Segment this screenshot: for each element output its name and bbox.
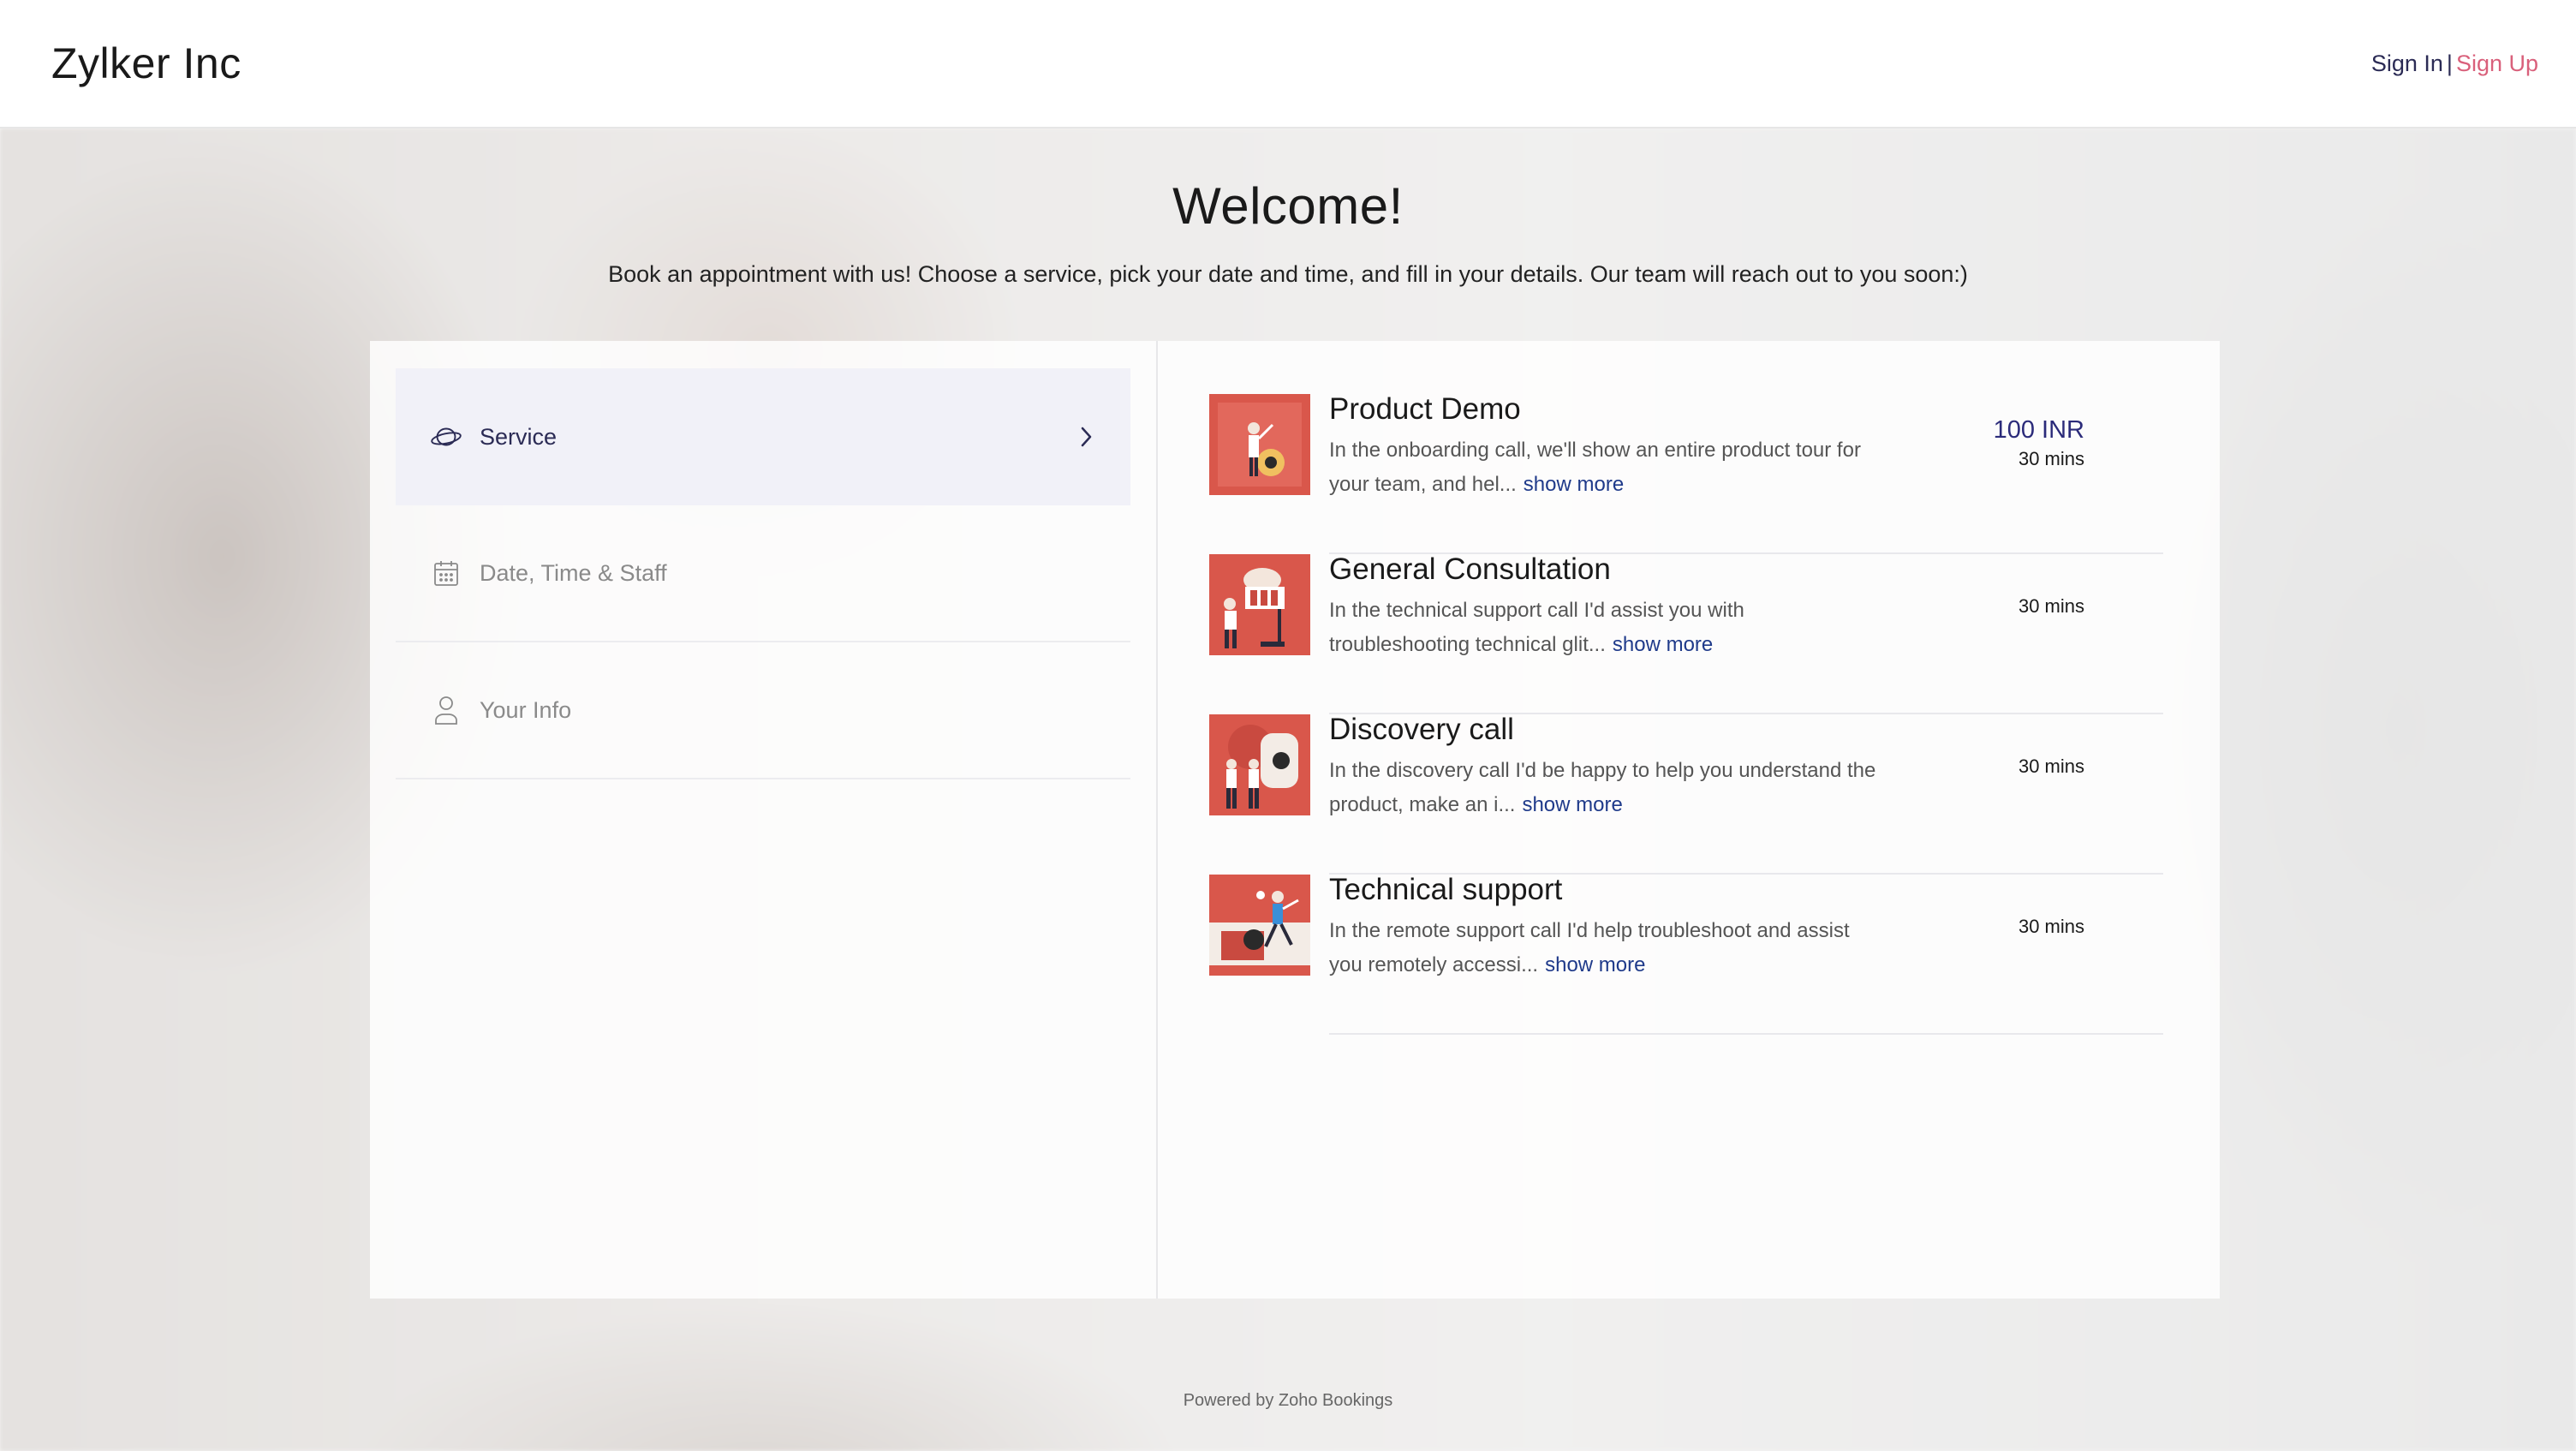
service-price: 100 INR [1993, 416, 2084, 444]
show-more-link[interactable]: show more [1613, 633, 1713, 656]
step-date-time-staff[interactable]: Date, Time & Staff [396, 505, 1130, 642]
general-consultation-thumbnail-icon [1209, 554, 1310, 655]
service-description: In the remote support call I'd help trou… [1329, 914, 1886, 982]
booking-card: Service Date, Time & Staff Your Info Pro… [370, 341, 2220, 1299]
show-more-link[interactable]: show more [1524, 473, 1624, 496]
service-item-technical-support[interactable]: Technical support In the remote support … [1209, 873, 2163, 1035]
service-item-general-consultation[interactable]: General Consultation In the technical su… [1209, 552, 2163, 714]
service-item-discovery-call[interactable]: Discovery call In the discovery call I'd… [1209, 713, 2163, 875]
product-demo-thumbnail-icon [1209, 394, 1310, 495]
service-item-product-demo[interactable]: Product Demo In the onboarding call, we'… [1209, 392, 2163, 554]
brand-name[interactable]: Zylker Inc [51, 39, 242, 88]
show-more-link[interactable]: show more [1522, 793, 1622, 816]
welcome-title: Welcome! [1172, 177, 1404, 235]
auth-links: Sign In | Sign Up [2371, 51, 2538, 77]
service-description: In the discovery call I'd be happy to he… [1329, 754, 1886, 822]
service-body: General Consultation In the technical su… [1329, 552, 2163, 714]
discovery-call-thumbnail-icon [1209, 714, 1310, 815]
step-your-info-label: Your Info [480, 696, 572, 723]
powered-by-footer[interactable]: Powered by Zoho Bookings [0, 1391, 2576, 1411]
service-description: In the technical support call I'd assist… [1329, 594, 1886, 662]
service-meta: 30 mins [2018, 714, 2084, 778]
technical-support-thumbnail-icon [1209, 875, 1310, 976]
sign-up-link[interactable]: Sign Up [2456, 51, 2538, 77]
step-service[interactable]: Service [396, 368, 1130, 505]
service-duration: 30 mins [2018, 595, 2084, 617]
top-header: Zylker Inc Sign In | Sign Up [0, 0, 2576, 128]
service-body: Discovery call In the discovery call I'd… [1329, 713, 2163, 875]
service-meta: 100 INR 30 mins [1994, 394, 2084, 470]
planet-icon [430, 421, 462, 453]
service-description: In the onboarding call, we'll show an en… [1329, 433, 1886, 502]
step-date-time-staff-label: Date, Time & Staff [480, 559, 667, 586]
welcome-section: Welcome! Book an appointment with us! Ch… [0, 176, 2576, 288]
sign-in-link[interactable]: Sign In [2371, 51, 2443, 77]
booking-steps: Service Date, Time & Staff Your Info [370, 341, 1158, 1299]
show-more-link[interactable]: show more [1545, 953, 1645, 976]
service-duration: 30 mins [2018, 755, 2084, 777]
service-duration: 30 mins [2018, 916, 2084, 937]
step-service-label: Service [480, 423, 558, 450]
user-icon [430, 694, 462, 726]
welcome-subtitle: Book an appointment with us! Choose a se… [608, 261, 1968, 287]
chevron-right-icon [1076, 423, 1096, 451]
step-your-info[interactable]: Your Info [396, 642, 1130, 779]
auth-separator: | [2446, 50, 2453, 76]
service-body: Technical support In the remote support … [1329, 873, 2163, 1035]
service-meta: 30 mins [2018, 554, 2084, 618]
service-body: Product Demo In the onboarding call, we'… [1329, 392, 2163, 554]
service-duration: 30 mins [2018, 448, 2084, 469]
service-list: Product Demo In the onboarding call, we'… [1158, 341, 2220, 1299]
service-meta: 30 mins [2018, 875, 2084, 938]
calendar-icon [430, 557, 462, 589]
